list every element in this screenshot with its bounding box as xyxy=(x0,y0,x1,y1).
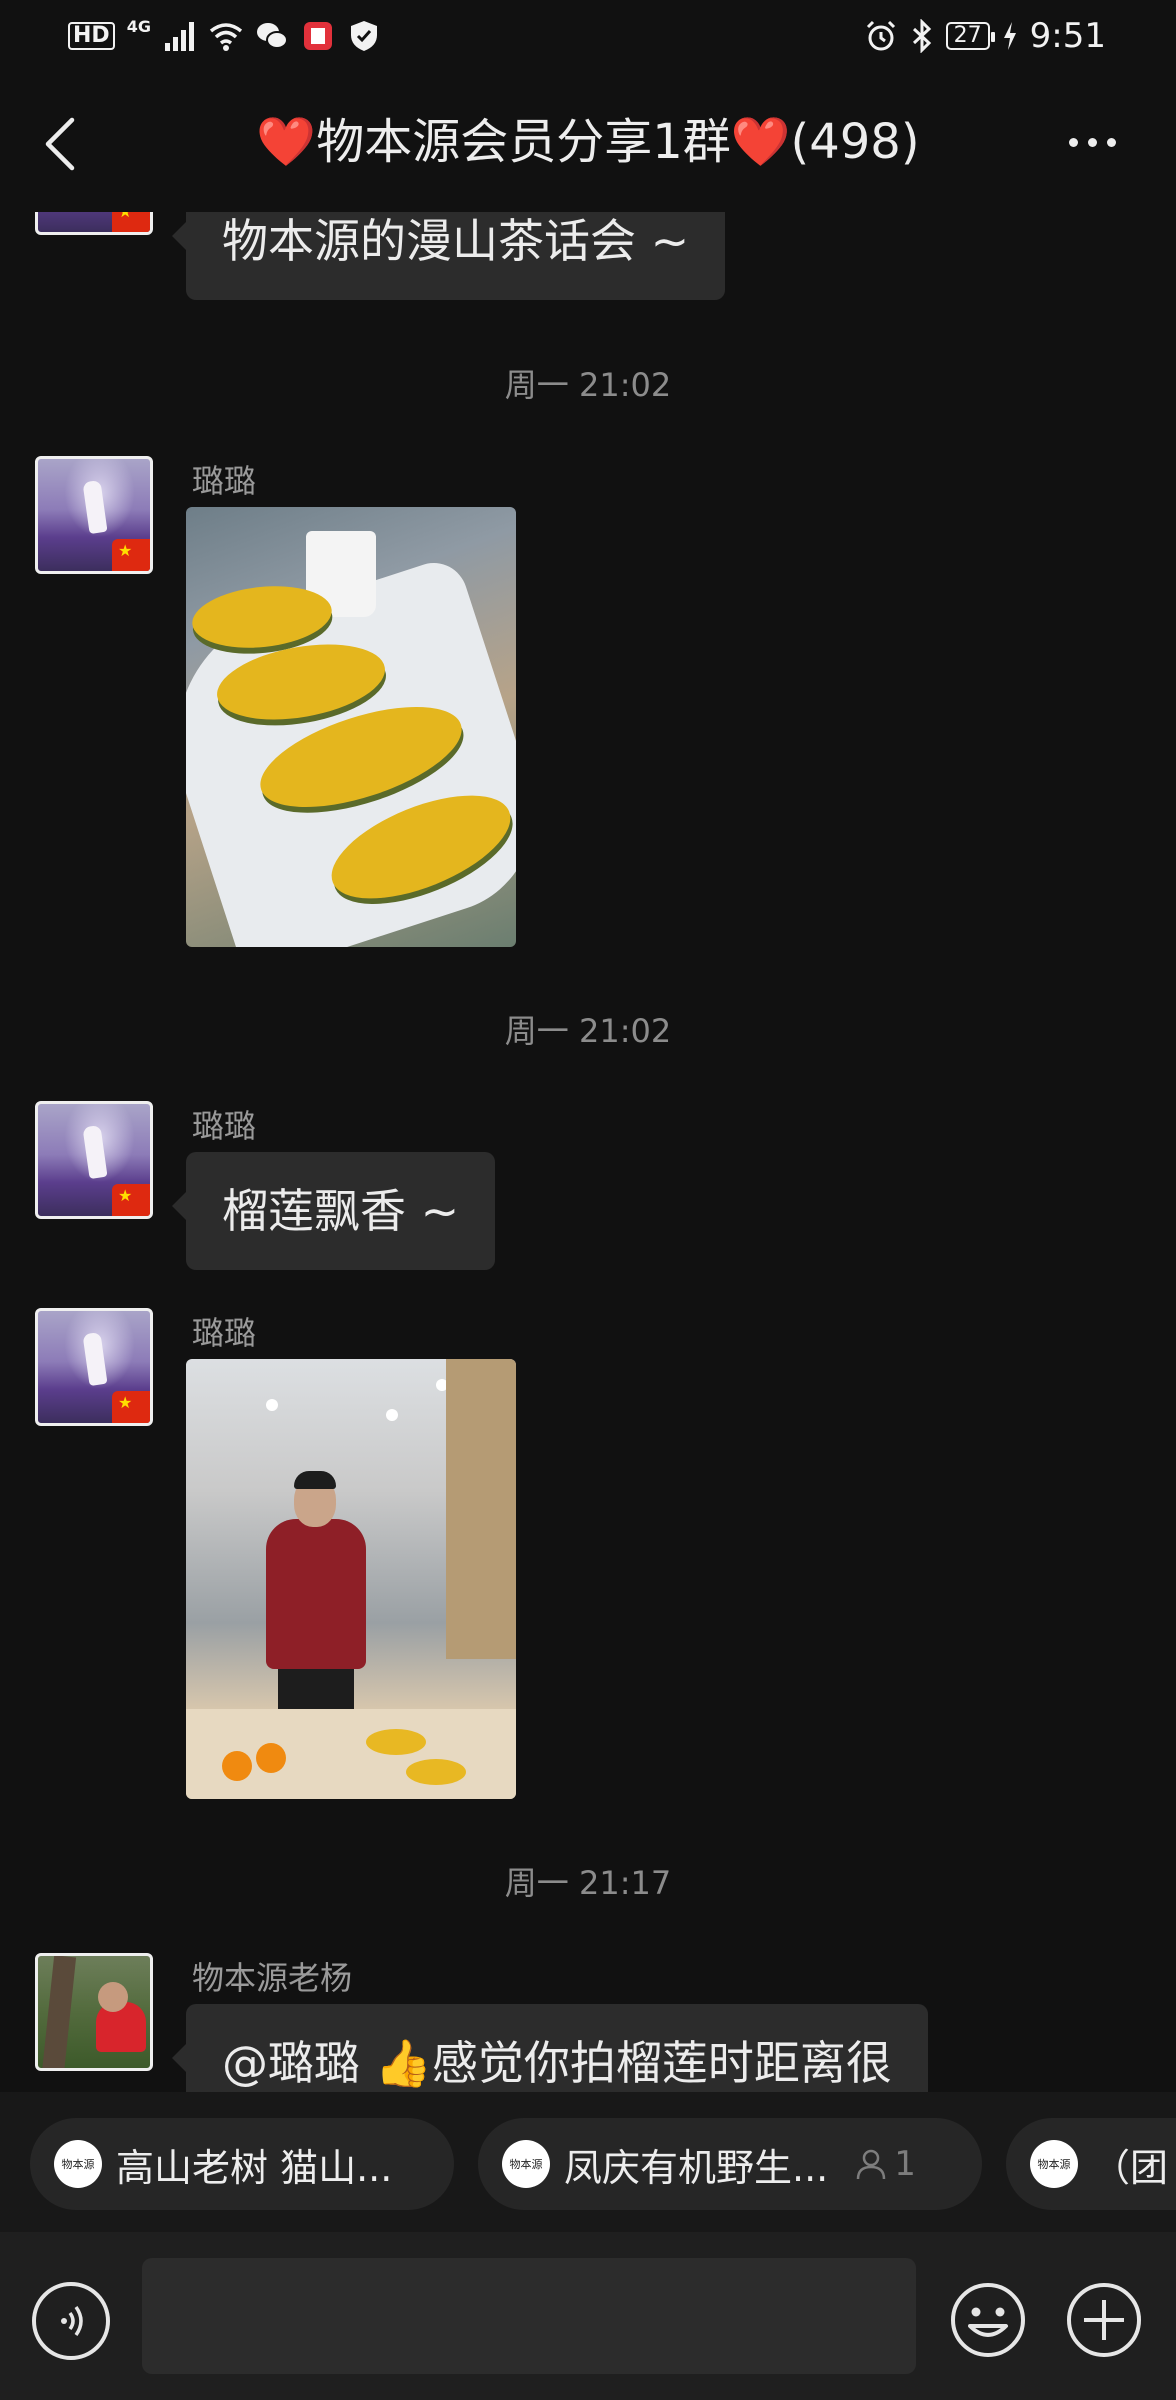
timestamp: 周一 21:02 xyxy=(504,366,672,404)
ceiling-light xyxy=(266,1399,278,1411)
message-text: @璐璐 👍感觉你拍榴莲时距离很 xyxy=(222,2036,892,2090)
chevron-left-icon xyxy=(45,117,75,171)
avatar[interactable] xyxy=(35,212,153,235)
more-dot-icon xyxy=(1106,137,1116,147)
charging-icon xyxy=(1003,22,1016,50)
back-button[interactable] xyxy=(30,104,90,184)
chat-title: ❤️物本源会员分享1群❤️(498) xyxy=(150,110,1026,174)
voice-icon xyxy=(61,2305,83,2337)
flag-icon xyxy=(112,539,150,571)
chip-count: 1 xyxy=(854,2144,916,2184)
chip-item[interactable]: 物本源 高山老树 猫山... xyxy=(30,2118,454,2210)
tree-trunk xyxy=(41,1956,77,2068)
flag-icon xyxy=(112,1391,150,1423)
orange xyxy=(256,1743,286,1773)
sender-name: 物本源老杨 xyxy=(192,1959,353,1997)
chip-label: 凤庆有机野生... xyxy=(564,2145,829,2190)
avatar[interactable] xyxy=(35,1308,153,1426)
signal-icon xyxy=(164,22,194,51)
wechat-icon xyxy=(256,23,288,49)
sender-name: 璐璐 xyxy=(192,1314,257,1352)
brand-logo-icon: 物本源 xyxy=(502,2140,550,2188)
hd-indicator: HD xyxy=(68,22,115,50)
voice-input-button[interactable] xyxy=(32,2282,110,2360)
book-app-icon xyxy=(303,22,332,50)
message-text: 物本源的漫山茶话会 ~ xyxy=(222,214,690,268)
ceiling-light xyxy=(386,1409,398,1421)
message-list[interactable]: 物本源的漫山茶话会 ~ 周一 21:02 璐璐 周一 21:02 璐璐 榴莲飘香… xyxy=(0,212,1176,2092)
orange xyxy=(222,1751,252,1781)
durian-flesh xyxy=(406,1759,466,1785)
more-options-button[interactable] xyxy=(1052,112,1132,172)
person-jacket xyxy=(266,1519,366,1669)
avatar[interactable] xyxy=(35,1101,153,1219)
flag-icon xyxy=(112,212,150,232)
add-icon[interactable] xyxy=(1064,2280,1144,2360)
chip-label: 高山老树 猫山... xyxy=(116,2145,393,2190)
message-bubble[interactable]: @璐璐 👍感觉你拍榴莲时距离很 xyxy=(172,2004,928,2092)
avatar-figure xyxy=(82,1125,108,1179)
message-bubble[interactable]: 物本源的漫山茶话会 ~ xyxy=(171,212,726,300)
member-count: (498) xyxy=(790,114,920,170)
person-icon xyxy=(857,2149,886,2180)
shelf xyxy=(446,1359,516,1659)
person-hair xyxy=(294,1471,336,1489)
status-left: HD 4G xyxy=(68,14,381,58)
bluetooth-icon xyxy=(912,19,931,53)
avatar-figure xyxy=(82,1332,108,1386)
status-right: 27 9:51 xyxy=(864,14,1106,58)
shield-icon xyxy=(350,21,377,51)
heart-emoji-right: ❤️ xyxy=(730,114,791,170)
sender-name: 璐璐 xyxy=(192,1107,257,1145)
chip-label: （团 xyxy=(1092,2145,1169,2190)
more-dot-icon xyxy=(1087,137,1097,147)
message-bubble[interactable]: 榴莲飘香 ~ xyxy=(171,1152,496,1270)
brand-logo-icon: 物本源 xyxy=(1030,2140,1078,2188)
message-input[interactable] xyxy=(142,2258,916,2374)
heart-emoji-left: ❤️ xyxy=(256,114,317,170)
chat-header: ❤️物本源会员分享1群❤️(498) xyxy=(0,72,1176,212)
avatar[interactable] xyxy=(35,456,153,574)
battery-level: 27 xyxy=(945,22,995,50)
person-head xyxy=(98,1982,128,2012)
more-dot-icon xyxy=(1068,137,1078,147)
brand-logo-icon: 物本源 xyxy=(54,2140,102,2188)
avatar[interactable] xyxy=(35,1953,153,2071)
network-type: 4G xyxy=(126,16,151,36)
alarm-icon xyxy=(866,20,895,51)
timestamp: 周一 21:02 xyxy=(504,1012,672,1050)
chip-count-value: 1 xyxy=(894,2144,916,2184)
clock: 9:51 xyxy=(1029,16,1106,56)
emoji-icon[interactable] xyxy=(948,2280,1028,2360)
chip-item[interactable]: 物本源 凤庆有机野生... 1 xyxy=(478,2118,982,2210)
wifi-icon xyxy=(209,23,243,51)
message-text: 榴莲飘香 ~ xyxy=(222,1184,460,1238)
durian-photo[interactable] xyxy=(186,507,516,947)
durian-flesh xyxy=(366,1729,426,1755)
flag-icon xyxy=(112,1184,150,1216)
group-name: 物本源会员分享1群 xyxy=(316,114,731,170)
chip-item[interactable]: 物本源 （团 xyxy=(1006,2118,1176,2210)
shop-photo[interactable] xyxy=(186,1359,516,1799)
avatar-figure xyxy=(82,480,108,534)
quick-reply-bar: 物本源 高山老树 猫山... 物本源 凤庆有机野生... 1 物本源 （团 xyxy=(0,2092,1176,2232)
status-bar: HD 4G 27 9:51 xyxy=(0,0,1176,72)
sender-name: 璐璐 xyxy=(192,462,257,500)
timestamp: 周一 21:17 xyxy=(504,1864,672,1902)
input-bar xyxy=(0,2232,1176,2400)
